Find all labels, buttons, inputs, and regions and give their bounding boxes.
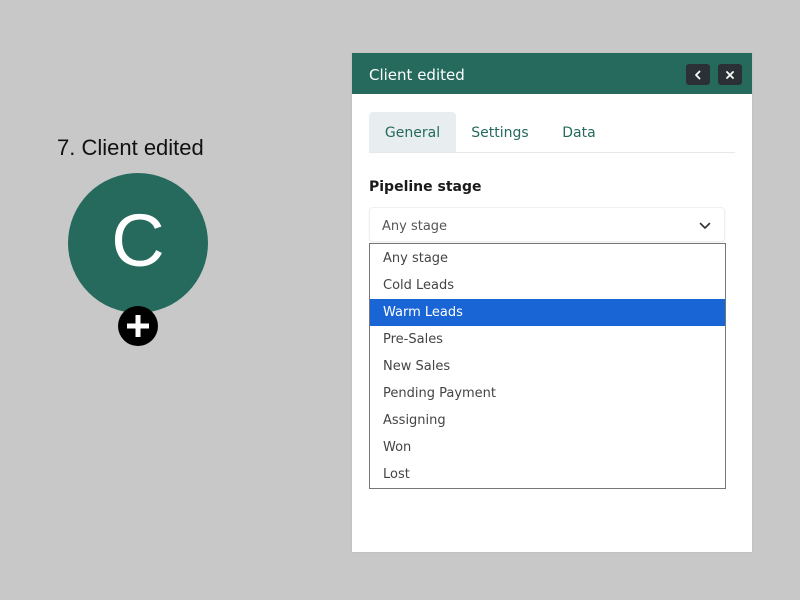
select-value: Any stage — [382, 219, 448, 234]
option-any-stage[interactable]: Any stage — [370, 245, 725, 272]
option-new-sales[interactable]: New Sales — [370, 353, 725, 380]
option-pending-payment[interactable]: Pending Payment — [370, 380, 725, 407]
back-button[interactable] — [686, 64, 710, 85]
settings-panel: Client edited General Settings Data Pipe… — [352, 53, 752, 552]
option-cold-leads[interactable]: Cold Leads — [370, 272, 725, 299]
close-icon — [726, 70, 734, 79]
chevron-down-icon — [699, 222, 711, 229]
option-warm-leads[interactable]: Warm Leads — [370, 299, 725, 326]
panel-title: Client edited — [369, 66, 465, 84]
add-step-button[interactable] — [118, 306, 158, 346]
option-assigning[interactable]: Assigning — [370, 407, 725, 434]
pipeline-stage-options: Any stage Cold Leads Warm Leads Pre-Sale… — [369, 243, 726, 489]
option-won[interactable]: Won — [370, 434, 725, 461]
node-title: 7. Client edited — [57, 135, 204, 160]
workflow-node[interactable]: C — [68, 173, 208, 313]
node-letter: C — [111, 199, 165, 282]
tab-bar: General Settings Data — [369, 112, 735, 153]
panel-header: Client edited — [352, 53, 752, 94]
close-button[interactable] — [718, 64, 742, 85]
plus-icon — [127, 315, 149, 337]
pipeline-stage-select[interactable]: Any stage — [369, 207, 725, 242]
chevron-left-icon — [695, 70, 701, 79]
tab-data[interactable]: Data — [554, 112, 604, 152]
pipeline-stage-label: Pipeline stage — [369, 179, 482, 195]
option-pre-sales[interactable]: Pre-Sales — [370, 326, 725, 353]
tab-general[interactable]: General — [369, 112, 456, 152]
option-lost[interactable]: Lost — [370, 461, 725, 488]
tab-settings[interactable]: Settings — [465, 112, 535, 152]
